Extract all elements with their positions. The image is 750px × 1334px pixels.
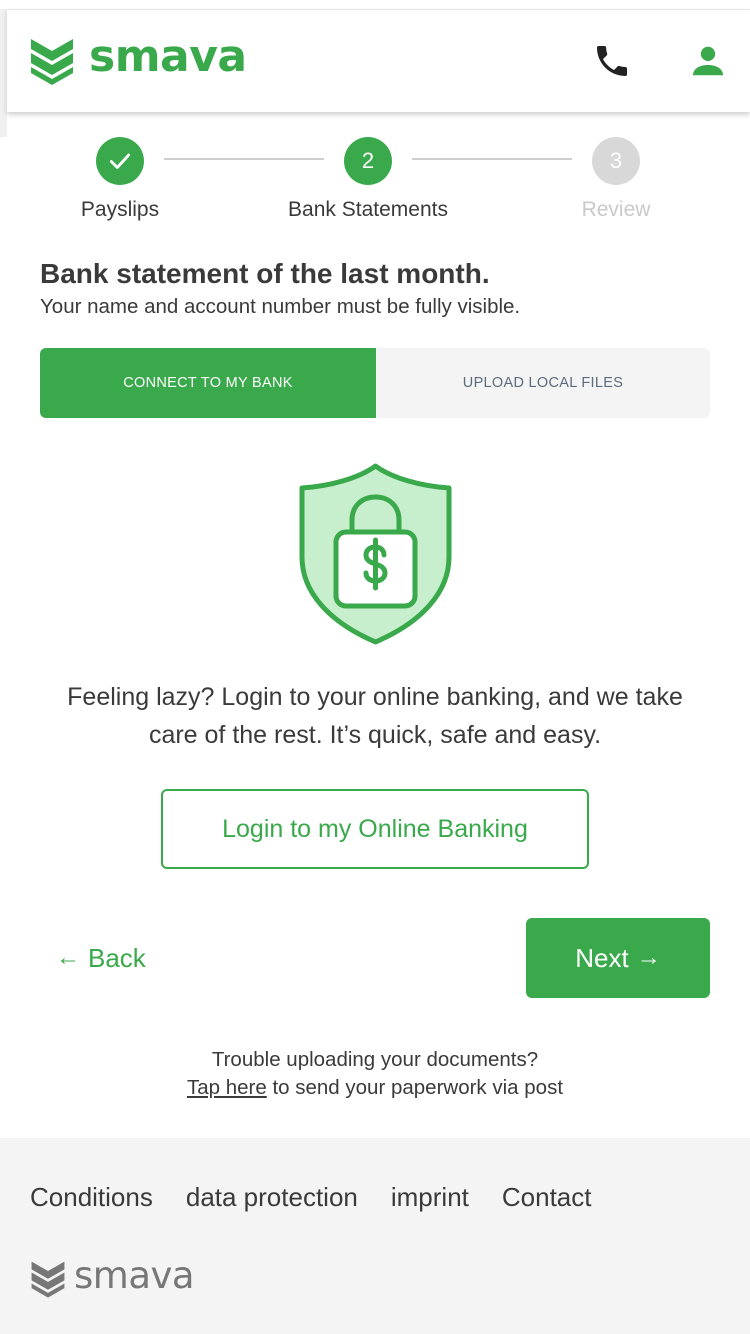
shield-lock-dollar-icon — [299, 463, 452, 645]
step-2-number: 2 — [361, 148, 375, 173]
back-label: Back — [88, 942, 146, 973]
phone-icon — [597, 46, 627, 76]
footer-logo: smava — [30, 1254, 195, 1298]
smava-logo[interactable]: smava — [29, 32, 247, 88]
next-button[interactable]: Next → — [526, 918, 710, 998]
bank-login-description: Feeling lazy? Login to your online banki… — [67, 683, 683, 749]
user-icon — [692, 46, 724, 76]
upload-method-toggle: CONNECT TO MY BANK UPLOAD LOCAL FILES — [40, 348, 710, 418]
header-side-strip — [0, 9, 7, 137]
user-account-button[interactable] — [683, 36, 733, 86]
footer-logo-text: smava — [74, 1253, 195, 1297]
footer-link-contact[interactable]: Contact — [502, 1182, 592, 1213]
upload-files-tab[interactable]: UPLOAD LOCAL FILES — [376, 348, 710, 418]
upload-help-rest: to send your paperwork via post — [266, 1076, 564, 1099]
smava-logo-mark-icon — [31, 39, 73, 85]
step-connector-1 — [164, 158, 324, 160]
footer-links: Conditions data protection imprint Conta… — [30, 1182, 592, 1213]
tap-here-link[interactable]: Tap here — [187, 1076, 267, 1099]
arrow-right-icon: → — [636, 944, 661, 971]
footer-link-data-protection[interactable]: data protection — [186, 1182, 358, 1213]
page-subtitle: Your name and account number must be ful… — [40, 295, 521, 318]
progress-stepper: 2 3 Payslips Bank Statements Review — [0, 137, 750, 232]
step-connector-2 — [412, 158, 572, 160]
smava-logo-mark-icon — [31, 1261, 65, 1298]
step-3-label: Review — [581, 198, 651, 221]
upload-help-question: Trouble uploading your documents? — [211, 1048, 539, 1071]
checkmark-icon — [109, 153, 131, 169]
app-header: smava — [7, 9, 750, 112]
next-label: Next — [575, 942, 629, 973]
step-2-circle: 2 — [344, 137, 392, 185]
phone-button[interactable] — [587, 36, 637, 86]
page-footer: Conditions data protection imprint Conta… — [0, 1138, 750, 1334]
footer-link-imprint[interactable]: imprint — [391, 1182, 469, 1213]
step-1-circle — [96, 137, 144, 185]
footer-link-conditions[interactable]: Conditions — [30, 1182, 153, 1213]
page-title: Bank statement of the last month. — [40, 258, 490, 289]
step-3-number: 3 — [609, 148, 623, 173]
shield-illustration — [299, 462, 452, 646]
arrow-left-icon: ← — [56, 944, 80, 971]
connect-bank-tab[interactable]: CONNECT TO MY BANK — [40, 348, 376, 418]
logo-text: smava — [89, 31, 247, 82]
upload-help: Trouble uploading your documents? Tap he… — [0, 1046, 750, 1102]
step-2-label: Bank Statements — [288, 198, 448, 221]
step-3-circle: 3 — [592, 137, 640, 185]
login-online-banking-button[interactable]: Login to my Online Banking — [161, 789, 589, 869]
back-button[interactable]: ← Back — [56, 937, 146, 979]
step-1-label: Payslips — [80, 198, 160, 221]
upload-help-line: Tap here to send your paperwork via post — [0, 1074, 750, 1102]
